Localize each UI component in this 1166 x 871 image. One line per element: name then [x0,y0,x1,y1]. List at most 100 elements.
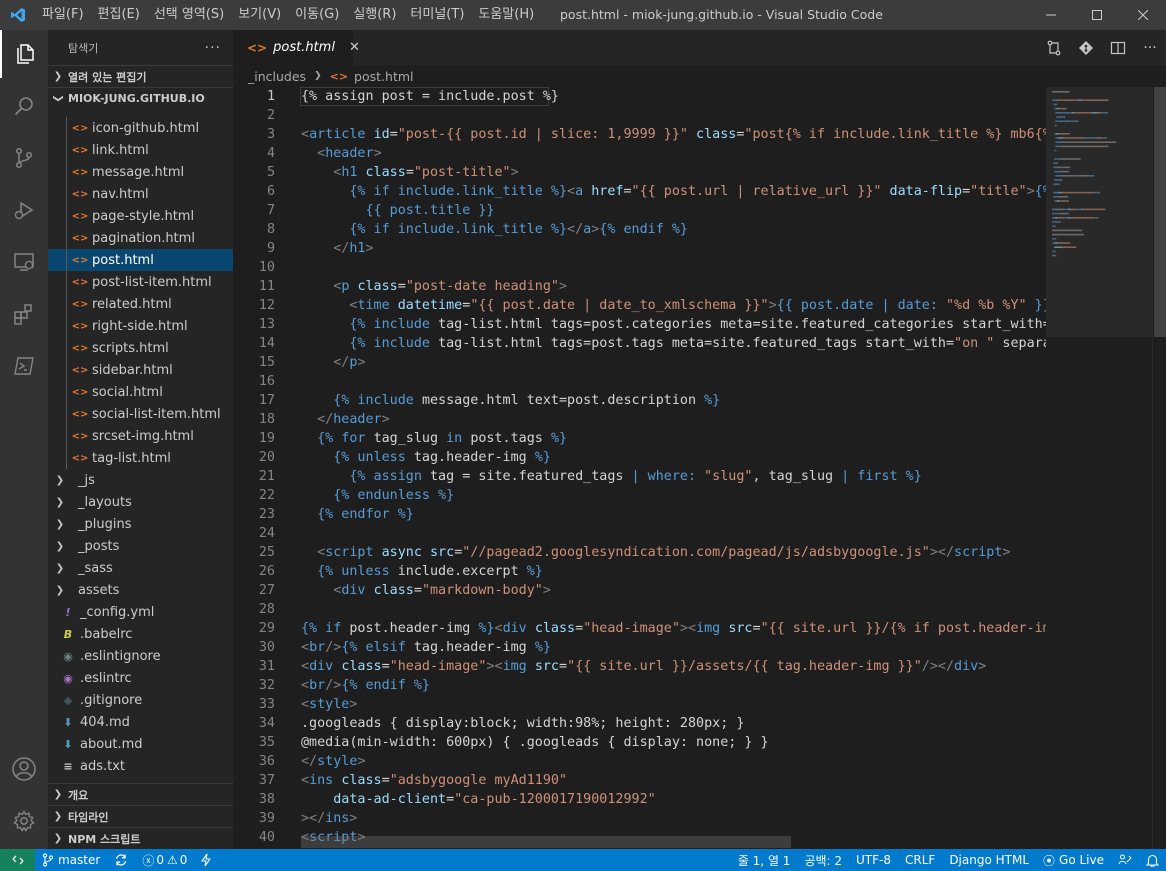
code-line[interactable]: 37 <ins class="adsbygoogle myAd1190" [233,771,1046,790]
file-item[interactable]: B .babelrc [48,623,233,645]
minimap[interactable] [1046,87,1152,849]
breadcrumb-item[interactable]: _includes [248,69,306,84]
code-line[interactable]: 8 {% if include.link_title %}</a>{% endi… [233,220,1046,239]
file-item[interactable]: <> social-list-item.html [48,403,233,425]
code-line[interactable]: 2 [233,106,1046,125]
code-line[interactable]: 21 {% assign tag = site.featured_tags | … [233,467,1046,486]
vertical-scrollbar[interactable] [1152,87,1166,849]
code-line[interactable]: 32 <br/>{% endif %} [233,676,1046,695]
code-line[interactable]: 29 {% if post.header-img %}<div class="he… [233,619,1046,638]
search-icon[interactable] [0,82,48,130]
code-line[interactable]: 14 {% include tag-list.html tags=post.ta… [233,334,1046,353]
code-line[interactable]: 11 <p class="post-date heading"> [233,277,1046,296]
explorer-icon[interactable] [0,30,48,78]
code-line[interactable]: 12 <time datetime="{{ post.date | date_t… [233,296,1046,315]
menu-item[interactable]: 편집(E) [91,0,147,30]
file-item[interactable]: ⬇ 404.md [48,711,233,733]
git-lens-icon[interactable] [1070,30,1102,65]
code-line[interactable]: 34 .googleads { display:block; width:98%;… [233,714,1046,733]
language-mode[interactable]: Django HTML [942,849,1036,871]
file-item[interactable]: <> srcset-img.html [48,425,233,447]
code-line[interactable]: 27 <div class="markdown-body"> [233,581,1046,600]
file-item[interactable]: <> post.html [48,249,233,271]
explorer-more-actions-button[interactable]: ··· [205,40,221,56]
code-line[interactable]: 3 <article id="post-{{ post.id | slice: 1… [233,125,1046,144]
encoding[interactable]: UTF-8 [849,849,898,871]
folder-item[interactable]: ❯ _js [48,469,233,491]
file-item[interactable]: <> link.html [48,139,233,161]
file-item[interactable]: <> message.html [48,161,233,183]
folder-item[interactable]: ❯ assets [48,579,233,601]
file-item[interactable]: ⬇ about.md [48,733,233,755]
open-changes-icon[interactable] [1038,30,1070,65]
code-line[interactable]: 28 [233,600,1046,619]
code-line[interactable]: 39 ></ins> [233,809,1046,828]
file-item[interactable]: <> icon-github.html [48,117,233,139]
code-line[interactable]: 17 {% include message.html text=post.des… [233,391,1046,410]
menu-item[interactable]: 파일(F) [35,0,91,30]
code-line[interactable]: 31 <div class="head-image"><img src="{{ s… [233,657,1046,676]
code-line[interactable]: 18 </header> [233,410,1046,429]
code-line[interactable]: 16 [233,372,1046,391]
menu-item[interactable]: 보기(V) [231,0,288,30]
code-line[interactable]: 33 <style> [233,695,1046,714]
code-line[interactable]: 10 [233,258,1046,277]
code-line[interactable]: 7 {{ post.title }} [233,201,1046,220]
more-actions-icon[interactable]: ··· [1134,30,1166,65]
file-item[interactable]: ◉ .eslintignore [48,645,233,667]
file-item[interactable]: ! _config.yml [48,601,233,623]
code-line[interactable]: 5 <h1 class="post-title"> [233,163,1046,182]
sidebar-section[interactable]: ❯ NPM 스크립트 [48,827,233,849]
settings-gear-icon[interactable] [0,797,48,845]
code-line[interactable]: 36 </style> [233,752,1046,771]
remote-indicator-button[interactable] [0,849,35,871]
menu-item[interactable]: 실행(R) [346,0,403,30]
file-item[interactable]: <> scripts.html [48,337,233,359]
code-line[interactable]: 30 <br/>{% elsif tag.header-img %} [233,638,1046,657]
indentation[interactable]: 공백: 2 [797,849,849,871]
open-editors-section[interactable]: ❯ 열려 있는 편집기 [48,65,233,87]
account-icon[interactable] [0,745,48,793]
file-item[interactable]: ◆ .gitignore [48,689,233,711]
code-line[interactable]: 13 {% include tag-list.html tags=post.ca… [233,315,1046,334]
code-line[interactable]: 25 <script async src="//pagead2.googlesy… [233,543,1046,562]
code-line[interactable]: 24 [233,524,1046,543]
sidebar-section[interactable]: ❯ 타임라인 [48,805,233,827]
close-tab-icon[interactable]: ✕ [349,40,360,55]
sidebar-section[interactable]: ❯ 개요 [48,783,233,805]
go-live-button[interactable]: ⦿ Go Live [1036,849,1111,871]
vertical-scroll-thumb[interactable] [1154,87,1166,337]
problems-button[interactable]: ⓧ 0 ⚠ 0 [135,849,194,871]
code-line[interactable]: 4 <header> [233,144,1046,163]
code-line[interactable]: 6 {% if include.link_title %}<a href="{{… [233,182,1046,201]
code-line[interactable]: 26 {% unless include.excerpt %} [233,562,1046,581]
code-line[interactable]: 19 {% for tag_slug in post.tags %} [233,429,1046,448]
folder-item[interactable]: ❯ _sass [48,557,233,579]
file-item[interactable]: <> right-side.html [48,315,233,337]
cursor-position[interactable]: 줄 1, 열 1 [731,849,798,871]
code-editor[interactable]: 1 {% assign post = include.post %} 2 3 <arti… [233,87,1046,849]
file-item[interactable]: ◉ .eslintrc [48,667,233,689]
code-line[interactable]: 35 @media(min-width: 600px) { .googleads … [233,733,1046,752]
tab-post-html[interactable]: <> post.html ✕ [233,30,360,65]
file-item[interactable]: <> pagination.html [48,227,233,249]
code-line[interactable]: 15 </p> [233,353,1046,372]
sync-button[interactable] [107,849,135,871]
folder-item[interactable]: ❯ _posts [48,535,233,557]
maximize-button[interactable] [1074,0,1120,30]
remote-explorer-icon[interactable] [0,238,48,286]
powershell-icon[interactable] [0,342,48,390]
lightning-button[interactable] [194,849,218,871]
notifications-button[interactable] [1139,849,1166,871]
code-line[interactable]: 9 </h1> [233,239,1046,258]
horizontal-scroll-thumb[interactable] [301,836,791,848]
code-line[interactable]: 22 {% endunless %} [233,486,1046,505]
menu-item[interactable]: 선택 영역(S) [147,0,231,30]
end-of-line[interactable]: CRLF [898,849,942,871]
branch-button[interactable]: master [35,849,107,871]
menu-item[interactable]: 이동(G) [288,0,346,30]
extensions-icon[interactable] [0,290,48,338]
code-line[interactable]: 23 {% endfor %} [233,505,1046,524]
minimize-button[interactable] [1028,0,1074,30]
file-item[interactable]: <> related.html [48,293,233,315]
